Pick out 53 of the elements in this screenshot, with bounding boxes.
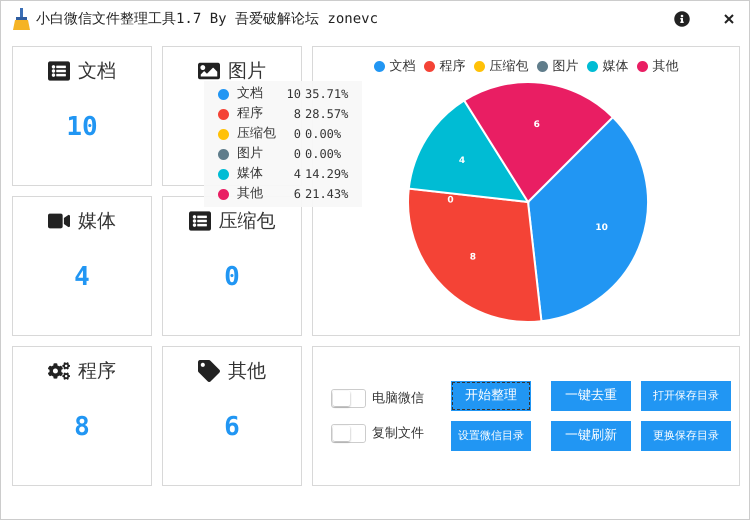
legend-label[interactable]: 媒体 xyxy=(602,57,628,76)
broom-icon xyxy=(12,8,30,30)
card-label: 文档 xyxy=(78,59,116,84)
list-icon xyxy=(188,210,210,232)
close-icon[interactable] xyxy=(724,14,734,24)
toggle-switch[interactable] xyxy=(331,424,366,444)
toggle-switch[interactable] xyxy=(331,388,366,408)
tooltip-value: 6 xyxy=(292,186,301,203)
tag-icon xyxy=(198,360,220,382)
slice-label: 6 xyxy=(534,120,540,130)
image-icon xyxy=(198,60,220,82)
card-label: 媒体 xyxy=(78,209,116,234)
switch-label: 复制文件 xyxy=(372,425,424,443)
info-icon[interactable] xyxy=(674,11,690,27)
tooltip-name: 其他 xyxy=(237,185,264,204)
tooltip-percent: 14.29% xyxy=(305,166,348,183)
card-count: 0 xyxy=(224,260,240,294)
gears-icon xyxy=(48,360,70,382)
tooltip-name: 压缩包 xyxy=(237,125,277,144)
card-count: 4 xyxy=(74,260,90,294)
tooltip-percent: 0.00% xyxy=(305,146,342,163)
legend-label[interactable]: 文档 xyxy=(390,57,416,76)
slice-label: 8 xyxy=(470,252,476,263)
card-label: 压缩包 xyxy=(218,209,276,234)
list-icon xyxy=(48,60,70,82)
tooltip-name: 媒体 xyxy=(237,165,264,184)
tooltip-value: 8 xyxy=(292,106,301,123)
tooltip-name: 文档 xyxy=(237,85,264,104)
card-label: 程序 xyxy=(78,359,116,384)
tooltip-value: 10 xyxy=(286,86,301,103)
slice-label: 10 xyxy=(595,223,608,234)
window-title: 小白微信文件整理工具1.7 By 吾爱破解论坛 zonevc xyxy=(36,10,378,28)
card-count: 8 xyxy=(74,410,90,444)
slice-label: 0 xyxy=(447,196,454,206)
card-count: 10 xyxy=(66,110,98,144)
tooltip-value: 0 xyxy=(292,126,301,143)
switch-label: 电脑微信 xyxy=(372,390,424,408)
tooltip-name: 程序 xyxy=(237,105,264,124)
card-label: 其他 xyxy=(228,359,266,384)
tooltip-percent: 0.00% xyxy=(305,126,342,143)
legend-label[interactable]: 程序 xyxy=(440,57,466,76)
legend-label[interactable]: 其他 xyxy=(652,57,678,76)
card-label: 图片 xyxy=(228,59,266,84)
tooltip-value: 0 xyxy=(292,146,301,163)
tooltip-value: 4 xyxy=(292,166,301,183)
tooltip-percent: 28.57% xyxy=(305,106,348,123)
card-count: 6 xyxy=(224,410,240,444)
slice-label: 4 xyxy=(458,156,466,166)
legend-label[interactable]: 压缩包 xyxy=(490,57,528,76)
legend-label[interactable]: 图片 xyxy=(552,57,578,76)
tooltip-name: 图片 xyxy=(237,145,264,164)
tooltip-percent: 35.71% xyxy=(305,86,348,103)
tooltip-percent: 21.43% xyxy=(305,186,348,203)
